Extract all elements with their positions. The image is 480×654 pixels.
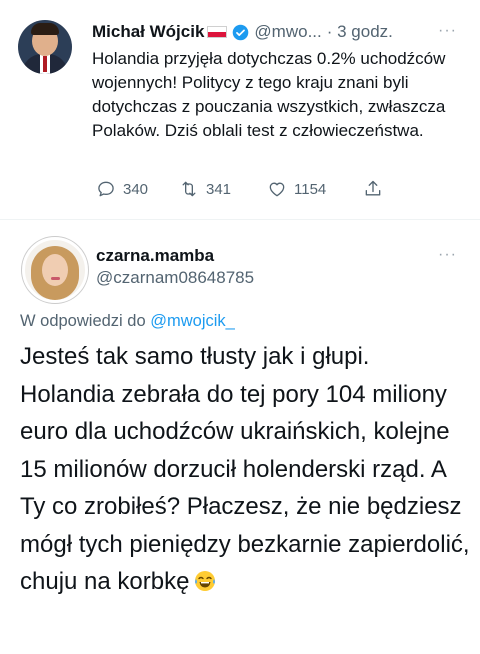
more-options-button[interactable]: ··· xyxy=(438,22,457,40)
author-avatar[interactable] xyxy=(18,20,72,74)
reply-icon xyxy=(98,181,114,197)
reply-more-options-button[interactable]: ··· xyxy=(438,246,457,264)
divider xyxy=(0,219,480,220)
reply-author-avatar[interactable] xyxy=(22,237,88,303)
poland-flag-icon xyxy=(207,26,228,38)
replying-mention-link[interactable]: @mwojcik_ xyxy=(150,312,235,330)
tweet-text: Holandia przyjęła dotychczas 0.2% uchodź… xyxy=(92,49,446,140)
retweet-button[interactable]: 341 xyxy=(179,179,267,199)
reply-text: Jesteś tak samo tłusty jak i głupi. Hola… xyxy=(20,338,470,601)
reply-author-handle[interactable]: @czarnam08648785 xyxy=(96,268,254,288)
reply-author-name[interactable]: czarna.mamba xyxy=(96,246,214,266)
replying-prefix: W odpowiedzi do xyxy=(20,312,146,330)
author-handle[interactable]: @mwo... xyxy=(254,22,321,42)
heart-icon xyxy=(269,182,285,197)
tweet-header: Michał Wójcik @mwo... · 3 godz. xyxy=(92,20,393,44)
retweet-count: 341 xyxy=(206,180,232,198)
tweet-actions: 340 341 1154 xyxy=(96,178,383,200)
reply-button[interactable]: 340 xyxy=(96,179,179,199)
laughing-tears-emoji-icon xyxy=(195,571,216,591)
verified-badge-icon xyxy=(233,24,249,40)
replying-to: W odpowiedzi do @mwojcik_ xyxy=(20,312,235,331)
original-tweet[interactable]: Michał Wójcik @mwo... · 3 godz. ··· Hola… xyxy=(0,0,480,218)
reply-count: 340 xyxy=(123,180,149,198)
share-icon xyxy=(365,180,381,196)
like-count: 1154 xyxy=(294,180,327,198)
author-name[interactable]: Michał Wójcik xyxy=(92,22,204,42)
reply-text-body: Jesteś tak samo tłusty jak i głupi. Hola… xyxy=(20,343,470,595)
tweet-time[interactable]: · 3 godz. xyxy=(327,22,393,42)
like-button[interactable]: 1154 xyxy=(267,179,363,199)
share-button[interactable] xyxy=(363,179,383,199)
retweet-icon xyxy=(182,181,196,197)
